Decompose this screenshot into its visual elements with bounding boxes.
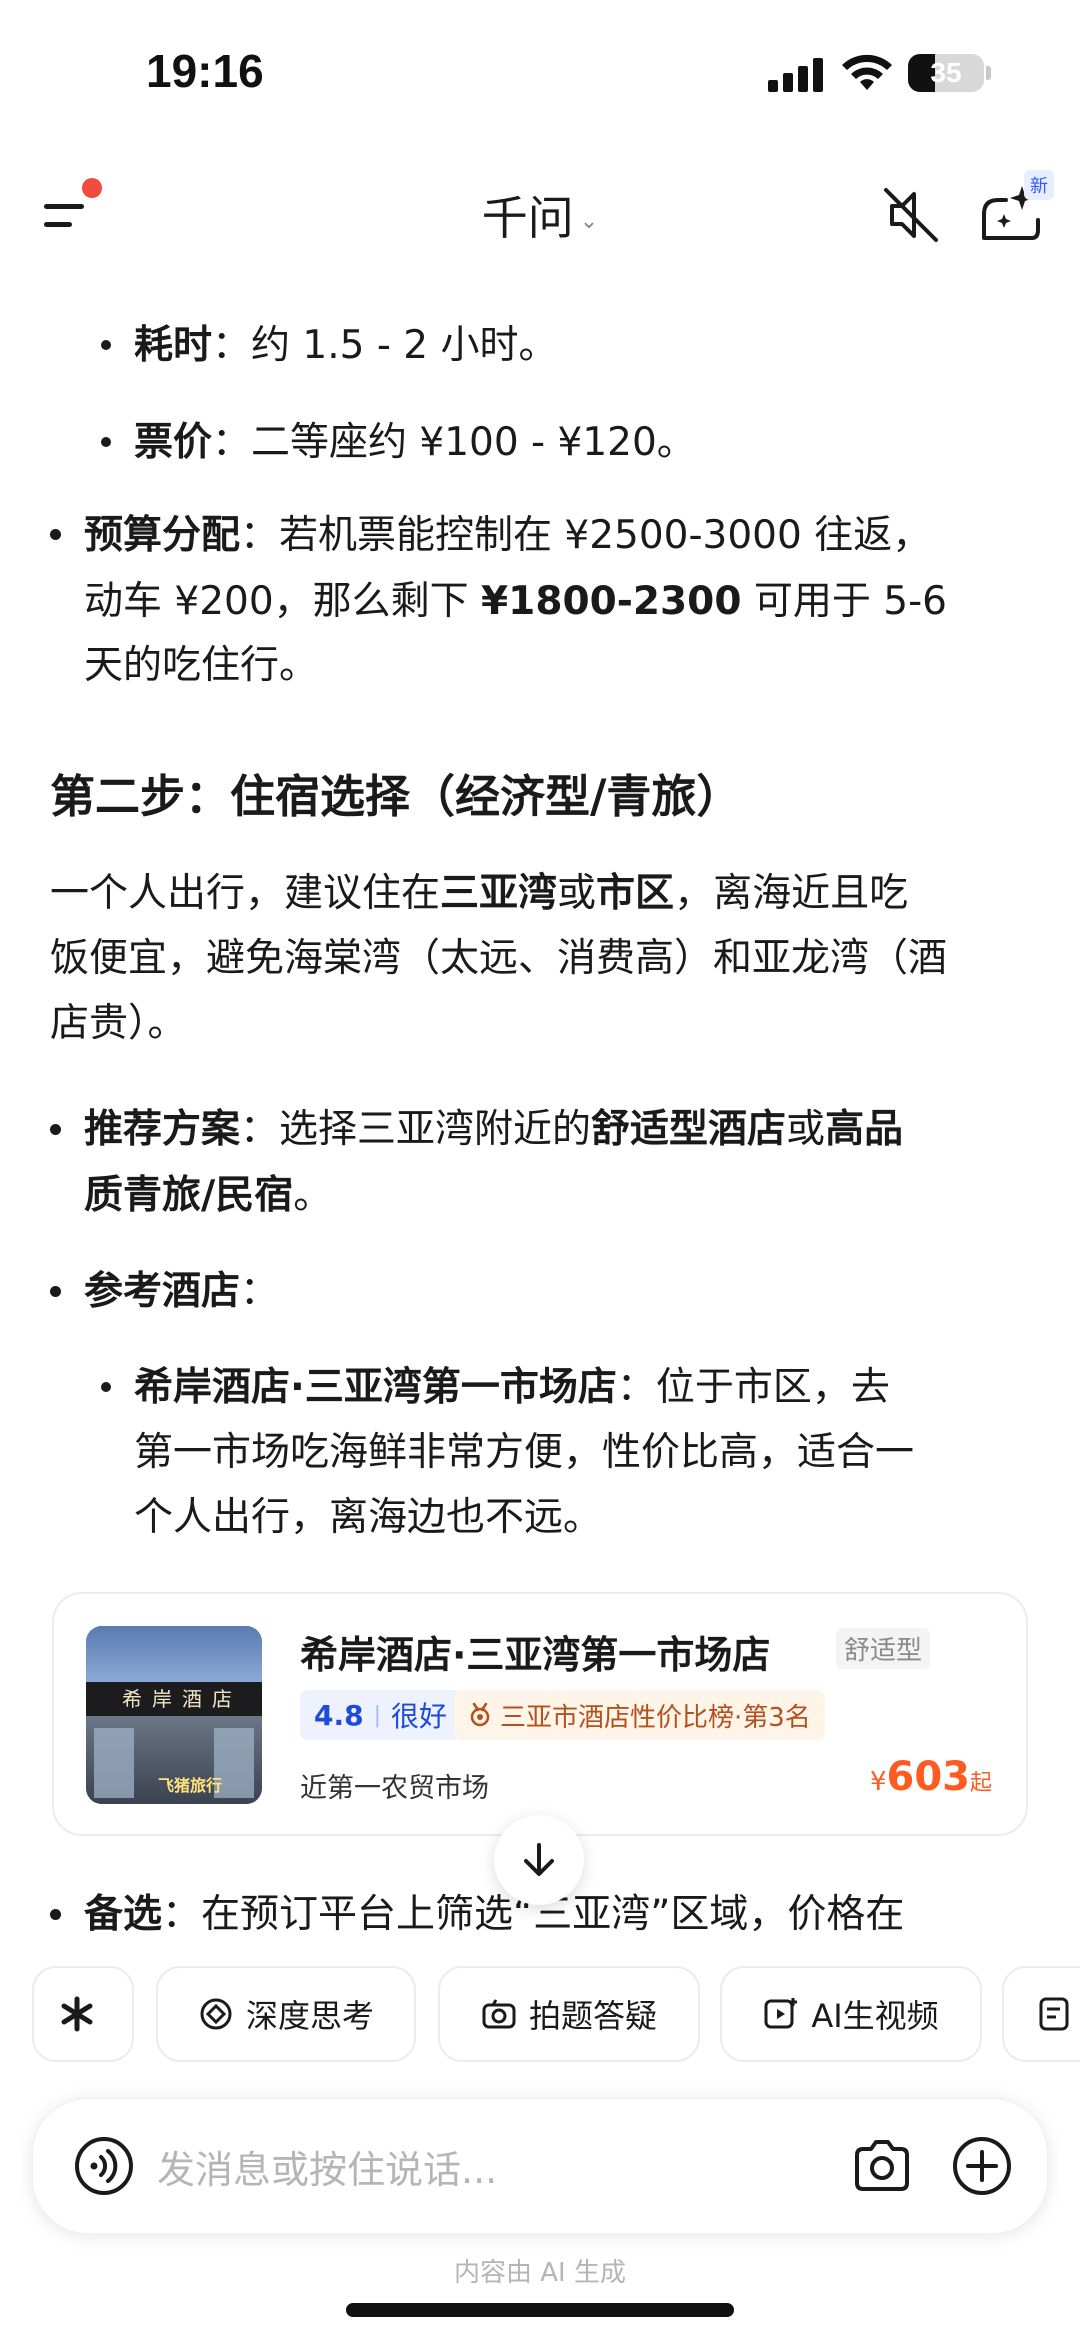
list-item: 希岸酒店·三亚湾第一市场店：位于市区，去	[134, 1365, 890, 1410]
video-plus-icon	[764, 1998, 798, 2029]
bullet-icon	[50, 1909, 61, 1920]
quick-actions-bar: 深度思考 拍题答疑 AI生视频	[0, 1966, 1080, 2062]
bullet-icon	[50, 1286, 61, 1297]
list-item: 参考酒店：	[84, 1269, 280, 1314]
ai-video-button[interactable]: AI生视频	[720, 1966, 982, 2062]
status-time: 19:16	[146, 45, 264, 97]
section-heading: 第二步：住宿选择（经济型/青旅）	[50, 770, 742, 823]
battery-cap	[986, 66, 991, 80]
deep-thinking-label: 深度思考	[245, 1997, 374, 2035]
rating-score: 4.8	[314, 1698, 364, 1732]
ai-disclaimer: 内容由 AI 生成	[454, 2258, 626, 2288]
battery-icon: 35	[908, 54, 984, 92]
camera-icon[interactable]	[851, 2135, 913, 2197]
paragraph-line: 一个人出行，建议住在三亚湾或市区，离海近且吃	[50, 871, 909, 916]
message-input[interactable]: 发消息或按住说话...	[157, 2139, 497, 2194]
deep-thinking-icon	[200, 1998, 232, 2030]
list-item-text: 第一市场吃海鲜非常方便，性价比高，适合一	[134, 1430, 915, 1475]
price-currency: ¥	[869, 1767, 887, 1797]
paragraph-line: 店贵）。	[50, 1001, 187, 1046]
voice-input-icon[interactable]	[73, 2135, 135, 2197]
plus-circle-icon[interactable]	[951, 2135, 1013, 2197]
cellular-signal-icon	[768, 58, 823, 92]
photo-sign-text: 希岸酒店	[122, 1687, 242, 1711]
app-header: 千问 ⌄ 新	[0, 160, 1080, 270]
chat-screen: 19:16 35 千问 ⌄ 新 耗时：约 1.5 - 2 小时。 票价：二等座约…	[0, 0, 1080, 2341]
list-item: 耗时：约 1.5 - 2 小时。	[134, 323, 558, 368]
hotel-location: 近第一农贸市场	[300, 1773, 489, 1804]
photo-question-label: 拍题答疑	[528, 1997, 657, 2035]
hotel-photo: 希岸酒店 飞猪旅行	[86, 1626, 262, 1804]
list-item: 推荐方案：选择三亚湾附近的舒适型酒店或高品	[84, 1107, 904, 1152]
bullet-icon	[50, 529, 61, 540]
sparkle-asterisk-icon	[61, 1996, 93, 2032]
price-suffix: 起	[969, 1771, 992, 1796]
list-item-text: 个人出行，离海边也不远。	[134, 1495, 603, 1540]
list-item: 备选：在预订平台上筛选“三亚湾”区域，价格在	[84, 1892, 905, 1937]
list-item-text: 质青旅/民宿。	[84, 1173, 333, 1218]
home-indicator[interactable]	[346, 2303, 734, 2317]
scroll-to-bottom-button[interactable]	[494, 1815, 584, 1905]
chevron-down-icon: ⌄	[579, 209, 599, 234]
hotel-type-badge: 舒适型	[836, 1628, 931, 1669]
hotel-price: ¥603起	[870, 1754, 992, 1800]
bullet-icon	[101, 1382, 111, 1392]
wifi-icon	[842, 54, 892, 90]
message-input-bar[interactable]: 发消息或按住说话...	[32, 2098, 1048, 2234]
rating-divider: |	[373, 1702, 382, 1728]
deep-thinking-button[interactable]: 深度思考	[156, 1966, 416, 2062]
status-bar: 19:16 35	[0, 0, 1080, 150]
ranking-badge: 三亚市酒店性价比榜·第3名	[454, 1690, 825, 1740]
arrow-down-icon	[524, 1843, 554, 1876]
list-item-text: 天的吃住行。	[84, 643, 319, 688]
paragraph-line: 饭便宜，避免海棠湾（太远、消费高）和亚龙湾（酒	[50, 936, 948, 981]
bullet-icon	[101, 340, 111, 350]
ranking-text: 三亚市酒店性价比榜·第3名	[500, 1702, 811, 1733]
hotel-name: 希岸酒店·三亚湾第一市场店	[300, 1633, 771, 1677]
app-title: 千问	[481, 191, 574, 245]
document-icon	[1039, 1997, 1069, 2031]
assistant-button[interactable]	[32, 1966, 134, 2062]
battery-percent: 35	[930, 57, 962, 88]
photo-logo-text: 飞猪旅行	[158, 1776, 223, 1795]
bullet-icon	[101, 437, 111, 447]
medal-icon	[470, 1702, 490, 1727]
list-item: 预算分配：若机票能控制在 ¥2500-3000 往返，	[84, 513, 932, 558]
rating-badge: 4.8 | 很好	[300, 1690, 462, 1740]
photo-question-button[interactable]: 拍题答疑	[438, 1966, 700, 2062]
list-item-text: 动车 ¥200，那么剩下 ¥1800-2300 可用于 5-6	[84, 579, 947, 624]
bullet-icon	[50, 1124, 61, 1135]
price-amount: 603	[886, 1754, 970, 1800]
speaker-mute-icon[interactable]	[878, 182, 944, 248]
ai-video-label: AI生视频	[811, 1997, 939, 2035]
new-badge: 新	[1024, 170, 1054, 200]
rating-label: 很好	[391, 1700, 448, 1733]
camera-plus-icon	[482, 1999, 516, 2029]
list-item: 票价：二等座约 ¥100 - ¥120。	[134, 420, 696, 465]
more-tools-button[interactable]	[1002, 1966, 1080, 2062]
hotel-card[interactable]: 希岸酒店 飞猪旅行 希岸酒店·三亚湾第一市场店 舒适型 4.8 | 很好 三亚市…	[52, 1592, 1028, 1836]
